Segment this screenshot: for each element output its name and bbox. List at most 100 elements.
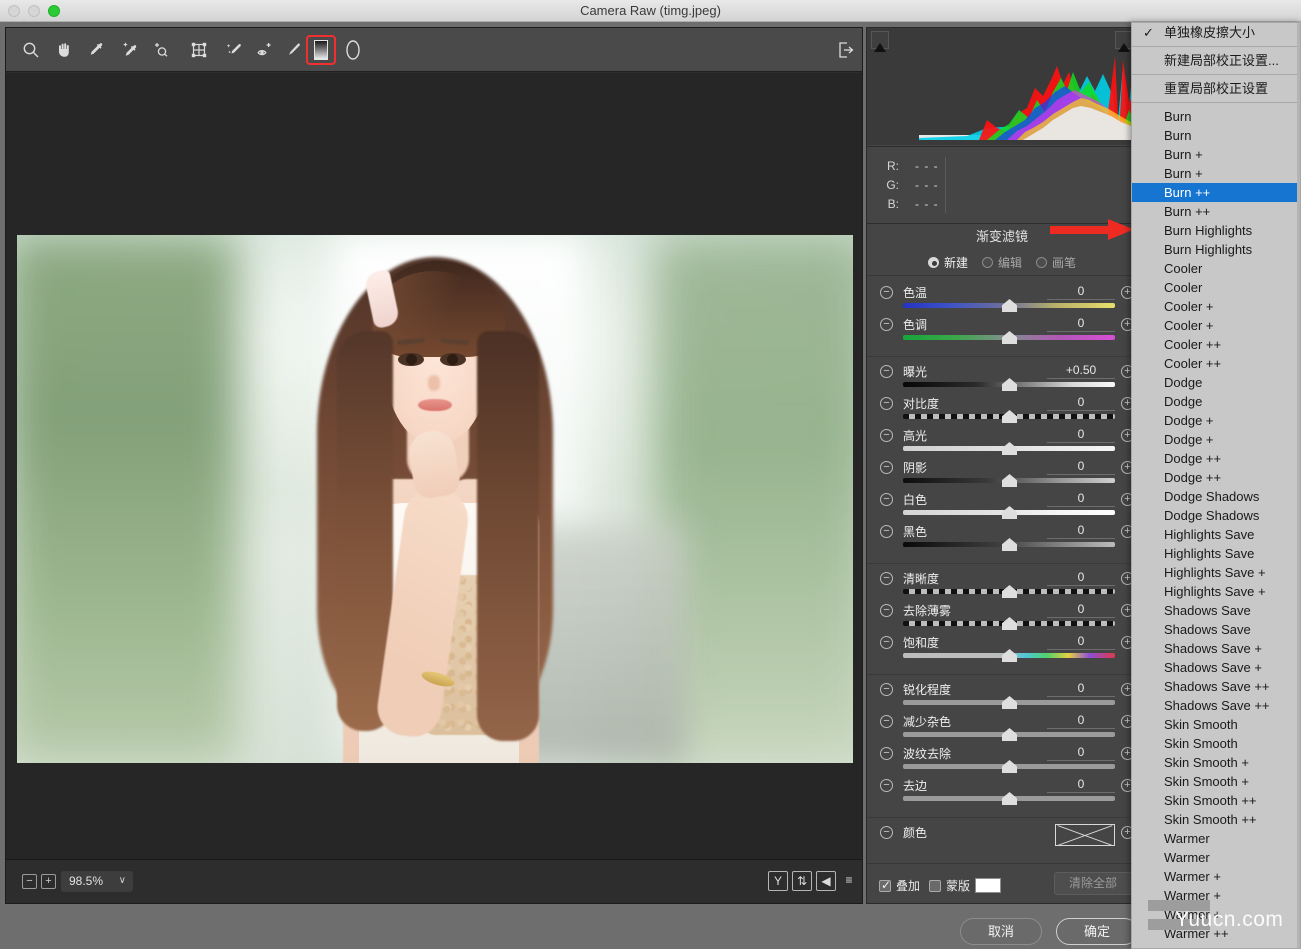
- color-swatch-none[interactable]: [1055, 824, 1115, 846]
- local-correction-presets-menu[interactable]: 单独橡皮擦大小新建局部校正设置... 重置局部校正设置 BurnBurn Burn +…: [1131, 22, 1301, 949]
- slider-decrease-button[interactable]: −: [880, 636, 893, 649]
- mode-edit[interactable]: 编辑: [981, 254, 1022, 271]
- menu-item[interactable]: Dodge ++: [1132, 468, 1300, 487]
- slider-thumb[interactable]: [1002, 442, 1017, 455]
- menu-item[interactable]: Cooler: [1132, 278, 1300, 297]
- menu-item[interactable]: 新建局部校正设置...: [1132, 51, 1300, 70]
- crop-tool[interactable]: [184, 35, 214, 65]
- slider-thumb[interactable]: [1002, 378, 1017, 391]
- menu-item[interactable]: Burn +: [1132, 164, 1300, 183]
- slider-decrease-button[interactable]: −: [880, 397, 893, 410]
- slider-thumb[interactable]: [1002, 728, 1017, 741]
- graduated-filter-tool[interactable]: [306, 35, 336, 65]
- menu-item[interactable]: Skin Smooth: [1132, 734, 1300, 753]
- zoom-out-button[interactable]: −: [22, 874, 37, 889]
- spot-removal-tool[interactable]: [220, 35, 250, 65]
- overlay-checkbox[interactable]: 叠加: [879, 877, 920, 894]
- menu-item[interactable]: Cooler +: [1132, 316, 1300, 335]
- preview-settings-button[interactable]: ≡: [839, 871, 859, 891]
- slider-value[interactable]: 0: [1047, 427, 1115, 443]
- clear-all-button[interactable]: 清除全部: [1054, 872, 1132, 895]
- before-after-toggle-button[interactable]: ◀: [816, 871, 836, 891]
- mode-new[interactable]: 新建: [927, 254, 968, 271]
- menu-item[interactable]: Skin Smooth ++: [1132, 810, 1300, 829]
- menu-item[interactable]: Burn ++: [1132, 183, 1300, 202]
- menu-item[interactable]: Shadows Save +: [1132, 658, 1300, 677]
- menu-item[interactable]: Shadows Save: [1132, 601, 1300, 620]
- menu-item[interactable]: Burn: [1132, 126, 1300, 145]
- menu-item[interactable]: Shadows Save +: [1132, 639, 1300, 658]
- menu-item[interactable]: Cooler ++: [1132, 354, 1300, 373]
- slider-value[interactable]: 0: [1047, 745, 1115, 761]
- slider-thumb[interactable]: [1002, 538, 1017, 551]
- slider-thumb[interactable]: [1002, 506, 1017, 519]
- slider-decrease-button[interactable]: −: [880, 826, 893, 839]
- slider-thumb[interactable]: [1002, 585, 1017, 598]
- menu-item[interactable]: Warmer +: [1132, 867, 1300, 886]
- slider-decrease-button[interactable]: −: [880, 429, 893, 442]
- slider-value[interactable]: 0: [1047, 570, 1115, 586]
- zoom-level-select[interactable]: 98.5% ∨: [61, 871, 133, 892]
- slider-value[interactable]: 0: [1047, 491, 1115, 507]
- red-eye-tool[interactable]: [249, 35, 279, 65]
- menu-item[interactable]: Dodge +: [1132, 430, 1300, 449]
- slider-decrease-button[interactable]: −: [880, 604, 893, 617]
- slider-value[interactable]: 0: [1047, 713, 1115, 729]
- white-balance-tool[interactable]: [82, 35, 112, 65]
- slider-decrease-button[interactable]: −: [880, 525, 893, 538]
- slider-decrease-button[interactable]: −: [880, 715, 893, 728]
- menu-item[interactable]: Shadows Save ++: [1132, 696, 1300, 715]
- menu-item[interactable]: Shadows Save ++: [1132, 677, 1300, 696]
- zoom-tool[interactable]: [16, 35, 46, 65]
- menu-item[interactable]: Dodge +: [1132, 411, 1300, 430]
- slider-thumb[interactable]: [1002, 299, 1017, 312]
- menu-item[interactable]: Warmer: [1132, 829, 1300, 848]
- slider-value[interactable]: 0: [1047, 634, 1115, 650]
- menu-item[interactable]: Skin Smooth ++: [1132, 791, 1300, 810]
- slider-thumb[interactable]: [1002, 331, 1017, 344]
- yellow-channel-button[interactable]: Y: [768, 871, 788, 891]
- slider-value[interactable]: 0: [1047, 459, 1115, 475]
- slider-decrease-button[interactable]: −: [880, 747, 893, 760]
- menu-item[interactable]: Dodge Shadows: [1132, 506, 1300, 525]
- slider-value[interactable]: 0: [1047, 316, 1115, 332]
- slider-thumb[interactable]: [1002, 474, 1017, 487]
- preferences-export-icon[interactable]: [831, 35, 861, 65]
- menu-item[interactable]: Burn Highlights: [1132, 240, 1300, 259]
- slider-value[interactable]: 0: [1047, 395, 1115, 411]
- slider-decrease-button[interactable]: −: [880, 286, 893, 299]
- menu-item[interactable]: Warmer: [1132, 848, 1300, 867]
- menu-item[interactable]: 重置局部校正设置: [1132, 79, 1300, 98]
- menu-item[interactable]: Highlights Save: [1132, 525, 1300, 544]
- menu-item[interactable]: 单独橡皮擦大小: [1132, 23, 1300, 42]
- menu-item[interactable]: Skin Smooth: [1132, 715, 1300, 734]
- menu-item[interactable]: Dodge ++: [1132, 449, 1300, 468]
- adjustment-brush-tool[interactable]: [279, 35, 309, 65]
- menu-item[interactable]: Highlights Save: [1132, 544, 1300, 563]
- menu-item[interactable]: Burn Highlights: [1132, 221, 1300, 240]
- hand-tool[interactable]: [49, 35, 79, 65]
- menu-item[interactable]: Dodge: [1132, 373, 1300, 392]
- menu-item[interactable]: Burn: [1132, 107, 1300, 126]
- menu-item[interactable]: Highlights Save +: [1132, 582, 1300, 601]
- menu-item[interactable]: Dodge Shadows: [1132, 487, 1300, 506]
- slider-value[interactable]: 0: [1047, 602, 1115, 618]
- menu-item[interactable]: Skin Smooth +: [1132, 753, 1300, 772]
- slider-thumb[interactable]: [1002, 760, 1017, 773]
- slider-thumb[interactable]: [1002, 410, 1017, 423]
- targeted-adjustment-tool[interactable]: [146, 35, 176, 65]
- slider-value[interactable]: 0: [1047, 777, 1115, 793]
- slider-decrease-button[interactable]: −: [880, 683, 893, 696]
- slider-thumb[interactable]: [1002, 617, 1017, 630]
- slider-value[interactable]: +0.50: [1047, 363, 1115, 379]
- slider-decrease-button[interactable]: −: [880, 493, 893, 506]
- slider-thumb[interactable]: [1002, 792, 1017, 805]
- cancel-button[interactable]: 取消: [960, 918, 1042, 945]
- slider-value[interactable]: 0: [1047, 681, 1115, 697]
- slider-decrease-button[interactable]: −: [880, 365, 893, 378]
- mask-color-swatch[interactable]: [975, 878, 1002, 893]
- before-after-swap-button[interactable]: ⇅: [792, 871, 812, 891]
- image-canvas[interactable]: [6, 73, 862, 860]
- menu-item[interactable]: Skin Smooth +: [1132, 772, 1300, 791]
- menu-item[interactable]: Cooler +: [1132, 297, 1300, 316]
